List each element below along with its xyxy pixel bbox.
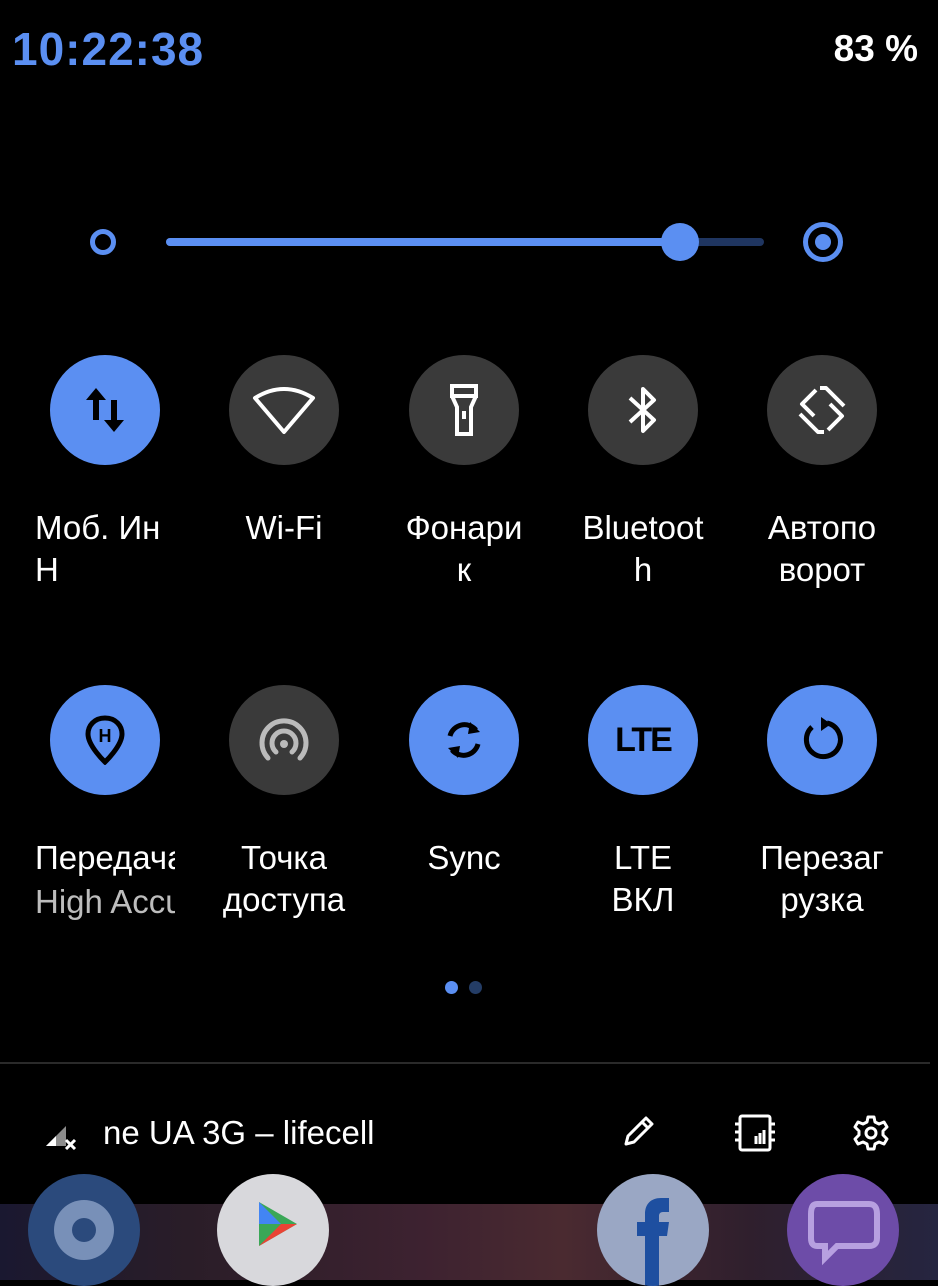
tile-bluetooth[interactable]: Bluetoot h xyxy=(553,355,733,591)
tile-restart[interactable]: Перезаг рузка xyxy=(732,685,912,921)
brightness-high-icon xyxy=(803,222,843,262)
brightness-thumb[interactable] xyxy=(661,223,700,261)
tile-sync[interactable]: Sync xyxy=(374,685,554,879)
tile-label: LTE ВКЛ xyxy=(611,839,675,918)
hotspot-icon[interactable] xyxy=(229,685,339,795)
brightness-fill xyxy=(166,238,681,246)
tile-flashlight[interactable]: Фонари к xyxy=(374,355,554,591)
restart-icon[interactable] xyxy=(767,685,877,795)
facebook-icon[interactable] xyxy=(597,1174,709,1286)
brightness-slider[interactable] xyxy=(0,215,938,275)
tile-hotspot[interactable]: Точка доступа xyxy=(194,685,374,921)
edit-icon[interactable] xyxy=(620,1114,656,1155)
tile-label: Автопо ворот xyxy=(767,509,877,588)
tile-label: Sync xyxy=(427,839,501,876)
tile-label: Точка доступа xyxy=(222,839,346,918)
status-bar: 10:22:38 83 % xyxy=(0,0,938,100)
sync-icon[interactable] xyxy=(409,685,519,795)
tile-label: Перезаг рузка xyxy=(760,839,884,918)
location-icon[interactable]: H xyxy=(50,685,160,795)
auto-rotate-icon[interactable] xyxy=(767,355,877,465)
carrier-label: ne UA 3G – lifecell xyxy=(103,1114,375,1151)
lte-icon[interactable]: LTE xyxy=(588,685,698,795)
tile-label: Передача xyxy=(35,839,175,876)
tile-label: Фонари к xyxy=(405,509,523,588)
no-signal-icon xyxy=(44,1120,80,1155)
lte-icon-text: LTE xyxy=(615,720,673,759)
battery-level: 83 % xyxy=(833,28,918,69)
tile-wifi[interactable]: Wi-Fi xyxy=(194,355,374,549)
viber-icon[interactable] xyxy=(787,1174,899,1286)
flashlight-icon[interactable] xyxy=(409,355,519,465)
page-indicator xyxy=(445,981,493,995)
page-dot[interactable] xyxy=(469,981,482,994)
brightness-low-icon xyxy=(90,229,116,255)
sim-card-icon[interactable] xyxy=(734,1114,776,1157)
home-screen-background xyxy=(0,1174,938,1286)
tile-label: Wi-Fi xyxy=(245,509,323,546)
wifi-icon[interactable] xyxy=(229,355,339,465)
tile-sublabel: High Accuracy xyxy=(35,883,175,920)
svg-text:H: H xyxy=(99,726,112,746)
clock: 10:22:38 xyxy=(12,23,205,75)
footer-bar: ne UA 3G – lifecell xyxy=(0,1064,930,1204)
bluetooth-icon[interactable] xyxy=(588,355,698,465)
settings-app-icon[interactable] xyxy=(28,1174,140,1286)
tile-mobile-data[interactable]: Моб. Ин Н xyxy=(15,355,195,591)
tile-label: Моб. Ин Н xyxy=(35,509,161,588)
page-dot-active[interactable] xyxy=(445,981,458,994)
tile-location[interactable]: H Передача High Accuracy xyxy=(15,685,195,925)
tile-auto-rotate[interactable]: Автопо ворот xyxy=(732,355,912,591)
mobile-data-icon[interactable] xyxy=(50,355,160,465)
brightness-track[interactable] xyxy=(166,223,764,261)
play-store-icon[interactable] xyxy=(217,1174,329,1286)
tile-lte[interactable]: LTE LTE ВКЛ xyxy=(553,685,733,921)
tile-label: Bluetoot h xyxy=(582,509,704,588)
settings-icon[interactable] xyxy=(852,1114,890,1157)
